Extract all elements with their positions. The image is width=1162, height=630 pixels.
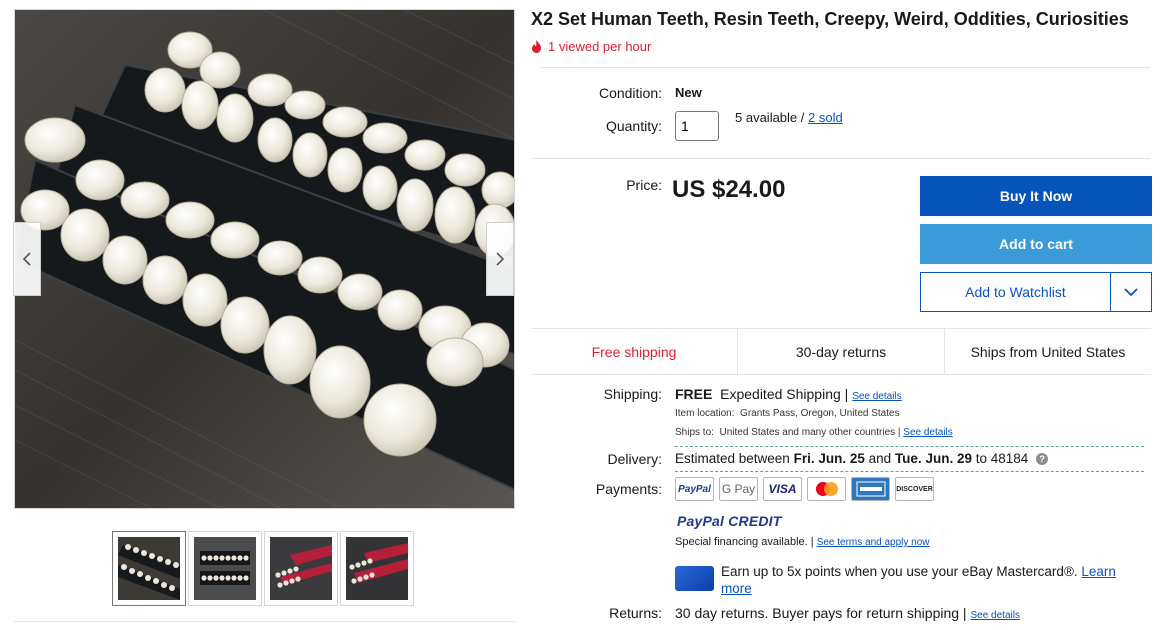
quantity-input[interactable] (675, 111, 719, 141)
divider (540, 67, 1150, 68)
thumbnail-image (346, 537, 408, 600)
highlight-ships-from: Ships from United States (944, 329, 1151, 374)
thumbnail-image (118, 537, 180, 600)
returns-info: 30 day returns. Buyer pays for return sh… (675, 605, 1020, 621)
paypal-icon: PayPal (675, 477, 714, 501)
thumbnail-4[interactable] (340, 531, 414, 606)
chevron-down-icon (1124, 287, 1138, 296)
thumbnail-strip (112, 531, 414, 606)
thumbnail-3[interactable] (264, 531, 338, 606)
thumbnail-1[interactable] (112, 531, 186, 606)
chevron-right-icon (496, 252, 505, 266)
discover-icon: DISCOVER (895, 477, 934, 501)
financing-text: Special financing available. | (675, 536, 814, 548)
learn-more-link[interactable]: Learn (1081, 564, 1116, 579)
delivery-zip: to 48184 (975, 451, 1029, 466)
price-value: US $24.00 (672, 176, 786, 203)
highlight-free-shipping: Free shipping (591, 343, 677, 360)
item-location: Item location: Grants Pass, Oregon, Unit… (675, 408, 900, 419)
flame-icon (532, 40, 541, 53)
mastercard-logo (815, 482, 838, 496)
american-express-icon (851, 477, 890, 501)
mastercard-icon (807, 477, 846, 501)
mastercard-offer: Earn up to 5x points when you use your e… (721, 563, 1141, 597)
chevron-left-icon (22, 252, 31, 266)
payments-label: Payments: (595, 481, 662, 497)
delivery-prefix: Estimated between (675, 451, 790, 466)
views-text: 1 viewed per hour (548, 39, 652, 54)
payment-methods: PayPal G Pay VISA DISCOVER (675, 477, 934, 501)
delivery-bottom-border (675, 471, 1144, 472)
delivery-top-border (675, 446, 1144, 447)
returns-details-link[interactable]: See details (970, 610, 1019, 621)
available-count: 5 available / (735, 110, 805, 125)
delivery-estimate: Estimated between Fri. Jun. 25 and Tue. … (675, 451, 1049, 466)
financing-link[interactable]: See terms and apply now (817, 537, 930, 548)
ships-to: Ships to: United States and many other c… (675, 427, 953, 438)
highlights-strip: Free shipping 30-day returns Ships from … (531, 328, 1151, 375)
divider (531, 158, 1150, 159)
bottom-divider (14, 621, 515, 622)
watchlist-control: Add to Watchlist (920, 272, 1152, 312)
condition-value: New (675, 85, 702, 100)
mastercard-offer-text: Earn up to 5x points when you use your e… (721, 564, 1078, 579)
credit-card-icon (675, 566, 714, 591)
price-label: Price: (626, 177, 662, 193)
highlight-returns: 30-day returns (737, 329, 944, 374)
condition-label: Condition: (598, 85, 662, 101)
quantity-label: Quantity: (605, 118, 662, 134)
buy-it-now-button[interactable]: Buy It Now (920, 176, 1152, 216)
main-product-image[interactable] (14, 9, 515, 509)
teeth-photo (15, 10, 514, 508)
shipping-method: Expedited Shipping | (720, 386, 849, 402)
shipping-details-link[interactable]: See details (852, 391, 901, 402)
thumbnail-2[interactable] (188, 531, 262, 606)
watchlist-menu-button[interactable] (1110, 273, 1151, 311)
delivery-and: and (868, 451, 892, 466)
ships-to-details-link[interactable]: See details (903, 427, 952, 438)
next-image-button[interactable] (486, 222, 514, 296)
quantity-availability: 5 available / 2 sold (735, 110, 843, 125)
paypal-credit-logo: PayPal CREDIT (677, 513, 782, 529)
views-indicator: 1 viewed per hour (531, 39, 651, 54)
previous-image-button[interactable] (13, 222, 41, 296)
financing-info: Special financing available. | See terms… (675, 536, 930, 548)
ships-to-value: United States and many other countries | (719, 427, 901, 438)
amex-logo (856, 481, 885, 497)
thumbnail-image (194, 537, 256, 600)
shipping-free: FREE (675, 386, 713, 402)
question-circle-icon[interactable]: ? (1036, 453, 1049, 465)
delivery-label: Delivery: (607, 451, 662, 467)
learn-more-link-2[interactable]: more (721, 581, 752, 596)
item-location-value: Grants Pass, Oregon, United States (740, 408, 900, 419)
item-location-label: Item location: (675, 408, 735, 419)
thumbnail-image (270, 537, 332, 600)
returns-text: 30 day returns. Buyer pays for return sh… (675, 605, 967, 621)
sold-count-link[interactable]: 2 sold (808, 110, 843, 125)
returns-label: Returns: (609, 605, 662, 621)
shipping-label: Shipping: (603, 386, 662, 402)
delivery-start-date: Fri. Jun. 25 (793, 451, 865, 466)
delivery-end-date: Tue. Jun. 29 (894, 451, 972, 466)
add-to-watchlist-button[interactable]: Add to Watchlist (921, 273, 1110, 311)
add-to-cart-button[interactable]: Add to cart (920, 224, 1152, 264)
listing-title: X2 Set Human Teeth, Resin Teeth, Creepy,… (531, 9, 1129, 29)
ships-to-label: Ships to: (675, 427, 714, 438)
shipping-summary: FREE Expedited Shipping | See details (675, 386, 902, 402)
visa-icon: VISA (763, 477, 802, 501)
paypal-credit-text: PayPal CREDIT (677, 513, 782, 529)
google-pay-icon: G Pay (719, 477, 758, 501)
